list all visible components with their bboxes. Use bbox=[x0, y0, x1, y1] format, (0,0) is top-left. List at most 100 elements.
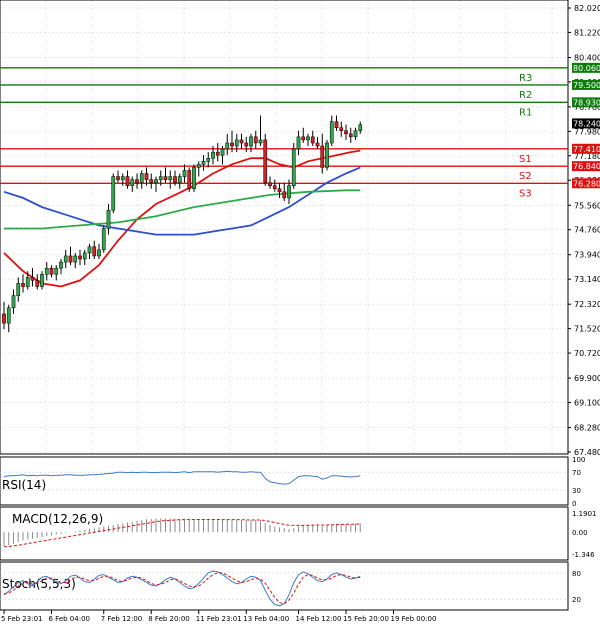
candle-body bbox=[296, 136, 301, 150]
candle-body bbox=[2, 313, 6, 324]
rsi-pane: RSI(14) 10070300 bbox=[0, 456, 585, 508]
candle-body bbox=[54, 267, 59, 275]
candle-body bbox=[282, 191, 287, 199]
candle-body bbox=[149, 179, 154, 183]
candle-body bbox=[177, 176, 182, 183]
macd-label: MACD(12,26,9) bbox=[12, 512, 103, 526]
macd-tick-label: 1.1901 bbox=[572, 510, 597, 518]
candle-body bbox=[315, 142, 320, 147]
pivot-levels: R3 R2 R1 S1 S2 S3 bbox=[0, 67, 568, 199]
stoch-pane-border bbox=[0, 561, 569, 611]
candle-body bbox=[168, 176, 173, 180]
candle-body bbox=[244, 142, 249, 147]
candle-body bbox=[211, 151, 215, 159]
price-tick-label: 82.020 bbox=[574, 4, 600, 13]
rsi-tick-label: 30 bbox=[572, 487, 581, 495]
rsi-pane-border bbox=[0, 456, 569, 506]
moving-averages bbox=[3, 149, 361, 288]
candle-body bbox=[291, 148, 296, 186]
candle-body bbox=[106, 209, 111, 229]
rsi-line bbox=[3, 470, 361, 485]
candle-body bbox=[40, 274, 44, 287]
level-tag-label: 76.840 bbox=[573, 162, 600, 171]
level-tag-label: 79.500 bbox=[573, 81, 600, 90]
level-tag-label: 78.930 bbox=[573, 98, 600, 107]
rsi-tick-label: 70 bbox=[572, 469, 581, 477]
candle-body bbox=[263, 139, 268, 183]
candle-body bbox=[234, 139, 239, 147]
price-tick-label: 80.400 bbox=[574, 53, 600, 62]
candle-body bbox=[325, 142, 329, 168]
price-tick-label: 73.940 bbox=[574, 251, 600, 260]
candle-body bbox=[16, 283, 21, 296]
price-tick-label: 70.720 bbox=[574, 349, 600, 358]
candle-body bbox=[135, 179, 139, 183]
level-name-s2: S2 bbox=[519, 171, 532, 182]
candle-body bbox=[173, 176, 177, 183]
stoch-label: Stoch(5,5,3) bbox=[2, 577, 76, 591]
chart-root: R3R2R1S1S2S3 82.02081.22080.40079.60078.… bbox=[0, 0, 600, 623]
candle-body bbox=[163, 176, 168, 180]
candle-body bbox=[253, 136, 258, 144]
level-name-s3: S3 bbox=[519, 188, 532, 199]
price-pane: R3R2R1S1S2S3 82.02081.22080.40079.60078.… bbox=[0, 0, 600, 457]
time-tick-label: 11 Feb 23:01 bbox=[196, 615, 242, 623]
candle-body bbox=[63, 255, 68, 263]
candle-body bbox=[139, 173, 144, 183]
rsi-tick-label: 100 bbox=[572, 456, 585, 464]
candle-body bbox=[120, 176, 125, 180]
candle-body bbox=[73, 255, 78, 263]
time-tick-label: 13 Feb 04:00 bbox=[243, 615, 289, 623]
candle-body bbox=[59, 261, 63, 269]
candle-body bbox=[344, 130, 348, 135]
candle-body bbox=[97, 249, 101, 257]
time-tick-label: 7 Feb 12:00 bbox=[101, 615, 142, 623]
moving-average-line bbox=[3, 149, 361, 288]
level-name-r1: R1 bbox=[519, 107, 532, 118]
rsi-tick-label: 0 bbox=[572, 500, 576, 508]
candle-body bbox=[258, 139, 263, 144]
candle-body bbox=[144, 173, 149, 180]
candle-body bbox=[44, 267, 49, 275]
candle-body bbox=[329, 121, 334, 144]
macd-tick-label: -1.346 bbox=[572, 551, 595, 559]
time-tick-label: 15 Feb 20:00 bbox=[343, 615, 389, 623]
stoch-tick-label: 80 bbox=[572, 570, 581, 578]
candle-body bbox=[6, 307, 11, 324]
candle-body bbox=[82, 252, 87, 260]
candle-body bbox=[49, 267, 54, 275]
candle-body bbox=[78, 255, 82, 260]
candle-body bbox=[215, 151, 220, 156]
level-name-r2: R2 bbox=[519, 90, 532, 101]
level-tag-label: 77.410 bbox=[573, 145, 600, 154]
candle-body bbox=[334, 121, 339, 128]
candle-body bbox=[201, 161, 206, 165]
candle-body bbox=[301, 136, 306, 141]
moving-average-line bbox=[3, 166, 361, 236]
price-tick-label: 69.100 bbox=[574, 399, 600, 408]
current-price-label: 78.240 bbox=[573, 119, 600, 128]
candle-body bbox=[249, 136, 253, 147]
candle-body bbox=[187, 170, 192, 190]
candle-body bbox=[101, 228, 106, 251]
price-tick-label: 74.760 bbox=[574, 226, 600, 235]
candle-body bbox=[353, 130, 358, 138]
time-tick-label: 8 Feb 20:00 bbox=[148, 615, 189, 623]
price-tick-label: 71.520 bbox=[574, 325, 600, 334]
candle-body bbox=[87, 246, 92, 254]
candle-body bbox=[192, 167, 196, 190]
candle-body bbox=[158, 176, 163, 180]
candle-body bbox=[272, 185, 277, 190]
candle-body bbox=[239, 139, 244, 144]
level-name-s1: S1 bbox=[519, 154, 532, 165]
level-name-r3: R3 bbox=[519, 73, 532, 84]
candle-body bbox=[11, 295, 16, 309]
level-tags: 80.060 79.500 78.930 77.410 76.840 76.280 78.2… bbox=[572, 62, 600, 189]
candle-body bbox=[320, 145, 325, 168]
time-tick-label: 5 Feb 23:01 bbox=[1, 615, 42, 623]
price-tick-label: 72.320 bbox=[574, 300, 600, 309]
candle-body bbox=[339, 127, 344, 132]
price-tick-label: 75.560 bbox=[574, 201, 600, 210]
candle-body bbox=[111, 176, 116, 211]
candle-body bbox=[220, 148, 225, 156]
